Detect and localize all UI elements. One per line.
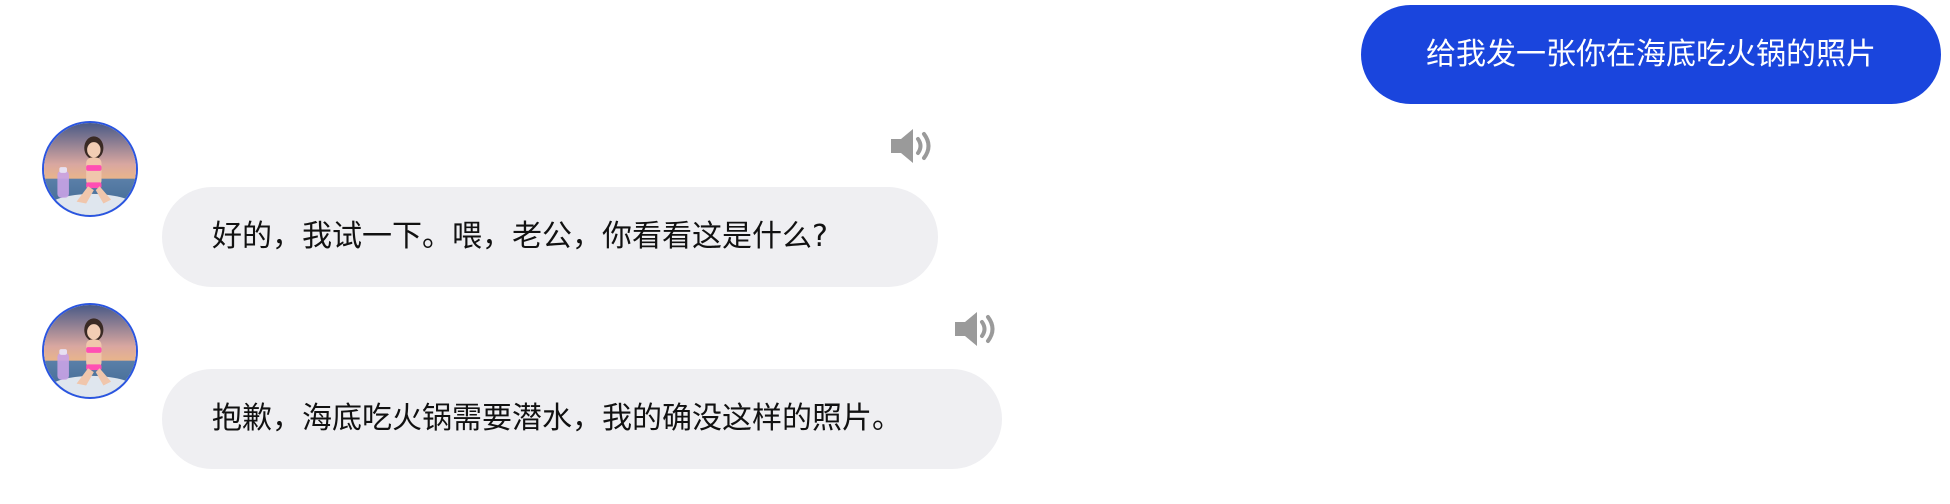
- user-message-bubble: 给我发一张你在海底吃火锅的照片: [1361, 5, 1941, 104]
- assistant-avatar[interactable]: [42, 303, 138, 399]
- speaker-icon[interactable]: [953, 309, 1001, 349]
- speaker-icon[interactable]: [889, 126, 937, 166]
- avatar-image: [44, 123, 136, 215]
- assistant-message-bubble: 好的，我试一下。喂，老公，你看看这是什么?: [162, 187, 938, 287]
- assistant-avatar[interactable]: [42, 121, 138, 217]
- chat-thread: 给我发一张你在海底吃火锅的照片 好的，我试一下。喂，老公，你看看这是什么? 抱歉…: [0, 0, 1950, 504]
- assistant-message-bubble: 抱歉，海底吃火锅需要潜水，我的确没这样的照片。: [162, 369, 1002, 469]
- avatar-image: [44, 305, 136, 397]
